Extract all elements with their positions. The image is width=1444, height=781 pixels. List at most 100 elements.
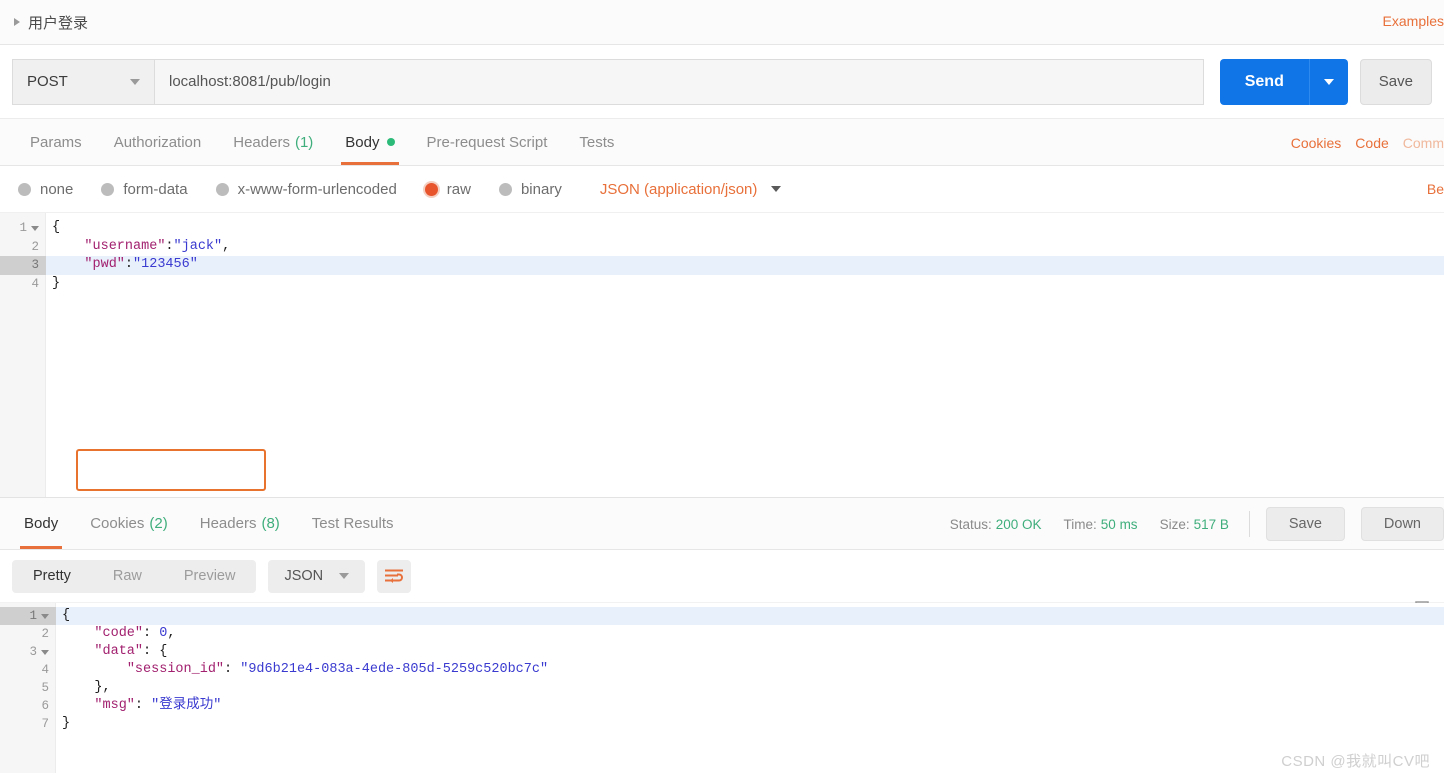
chevron-down-icon [339,573,350,579]
response-tab-bar: Body Cookies (2) Headers (8) Test Result… [0,498,1444,550]
body-type-raw[interactable]: raw [424,181,471,198]
word-wrap-button[interactable] [377,559,412,593]
code-link[interactable]: Code [1355,135,1388,151]
time-label: Time: [1063,516,1097,532]
tab-authorization[interactable]: Authorization [98,119,218,165]
response-tab-test-results[interactable]: Test Results [296,498,410,549]
body-type-label: binary [520,180,562,198]
tab-label: Body [345,133,380,151]
word-wrap-icon [385,569,404,583]
line-number: 1 [0,607,56,625]
status-label: Status: [949,516,992,532]
time-meta: Time: 50 ms [1064,517,1138,532]
body-type-urlencoded[interactable]: x-www-form-urlencoded [215,180,397,198]
response-language-select[interactable]: JSON [268,559,366,593]
request-body-editor[interactable]: 1{2 "username":"jack", 3 "pwd":"123456" 4}… [0,213,1444,498]
view-preview[interactable]: Preview [163,560,257,593]
code-line: 2 "username":"jack", [0,238,1444,257]
line-number: 3 [0,256,46,275]
tab-count: (2) [149,515,168,532]
fold-caret-icon[interactable] [31,225,39,231]
tab-count: (8) [261,515,280,532]
send-options-button[interactable] [1308,58,1348,105]
tab-label: Headers [233,133,290,151]
view-raw[interactable]: Raw [92,560,163,593]
code-line: 4 "session_id": "9d6b21e4-083a-4ede-805d… [0,661,1444,679]
response-tab-body[interactable]: Body [8,498,74,549]
chevron-down-icon [1323,78,1334,85]
body-type-form-data[interactable]: form-data [101,180,188,198]
collapse-caret-icon[interactable] [14,18,20,26]
beautify-link[interactable]: Be [1427,181,1444,197]
view-pretty[interactable]: Pretty [12,560,92,593]
body-type-label: x-www-form-urlencoded [237,180,397,198]
tab-label: Body [24,515,59,532]
code-line: 3 "pwd":"123456" [0,256,1444,275]
body-type-none[interactable]: none [18,181,73,198]
line-number: 7 [41,717,49,731]
examples-link[interactable]: Examples [1383,13,1444,29]
language-label: JSON [284,568,324,584]
code-line: 5 }, [0,679,1444,697]
meta-divider [1248,511,1250,537]
line-number: 5 [41,681,49,695]
tab-label: Cookies [90,515,145,532]
save-request-button[interactable]: Save [1359,58,1432,105]
comments-link[interactable]: Comm [1403,135,1444,151]
response-view-toggle: Pretty Raw Preview [12,559,257,593]
code-line: 1{ [0,219,1444,238]
download-response-button[interactable]: Down [1360,507,1444,541]
response-body-editor[interactable]: 1{2 "code": 0, 3 "data": {4 "session_id":… [0,603,1444,773]
send-button[interactable]: Send [1219,58,1309,105]
request-tab-links: Cookies Code Comm [1291,119,1444,166]
fold-caret-icon[interactable] [41,613,49,619]
cookies-link[interactable]: Cookies [1291,135,1342,151]
tab-label: Headers [199,515,257,532]
line-number: 4 [31,276,39,291]
body-type-label: none [40,180,74,198]
line-number: 6 [41,699,49,713]
content-type-label: JSON (application/json) [599,180,758,198]
tab-tests[interactable]: Tests [563,119,630,165]
tab-count: (1) [294,133,314,151]
tab-label: Tests [579,133,615,151]
code-text: "session_id": "9d6b21e4-083a-4ede-805d-5… [126,662,549,677]
body-present-dot-icon [386,138,395,146]
url-bar: POST localhost:8081/pub/login Send Save [0,45,1444,119]
line-number: 4 [41,663,49,677]
code-text: }, [94,680,111,695]
response-tab-cookies[interactable]: Cookies (2) [74,498,184,549]
save-response-button[interactable]: Save [1265,507,1345,541]
watermark: CSDN @我就叫CV吧 [1281,753,1430,770]
size-label: Size: [1159,516,1190,532]
line-number: 1 [0,219,46,238]
body-type-label: form-data [123,180,188,198]
code-text: } [52,275,61,291]
response-meta: Status: 200 OK Time: 50 ms Size: 517 B Save… [928,498,1444,550]
body-type-binary[interactable]: binary [498,180,562,198]
content-type-select[interactable]: JSON (application/json) [600,181,782,198]
request-code[interactable]: 1{2 "username":"jack", 3 "pwd":"123456" 4} [0,213,1444,497]
radio-icon [215,182,229,196]
tab-pre-request-script[interactable]: Pre-request Script [411,119,564,165]
request-title-bar: 用户登录 Examples [0,0,1444,45]
line-number: 2 [41,627,49,641]
tab-params[interactable]: Params [14,119,98,165]
url-input[interactable]: localhost:8081/pub/login [154,58,1204,105]
response-tab-headers[interactable]: Headers (8) [184,498,296,549]
code-text: "username":"jack", [84,238,231,254]
body-type-row: none form-data x-www-form-urlencoded raw… [0,166,1444,213]
tab-body[interactable]: Body [329,119,410,165]
code-text: "pwd":"123456" [84,257,198,272]
status-meta: Status: 200 OK [950,517,1042,532]
code-text: "code": 0, [94,626,176,641]
code-line: 2 "code": 0, [0,625,1444,643]
postman-window: 用户登录 Examples POST localhost:8081/pub/lo… [0,0,1444,781]
method-select[interactable]: POST [12,58,154,105]
code-text: { [62,608,71,623]
response-code[interactable]: 1{2 "code": 0, 3 "data": {4 "session_id":… [0,603,1444,773]
chevron-down-icon [130,78,140,85]
fold-caret-icon[interactable] [41,649,49,655]
code-line: 4} [0,275,1444,294]
tab-headers[interactable]: Headers (1) [217,119,329,165]
